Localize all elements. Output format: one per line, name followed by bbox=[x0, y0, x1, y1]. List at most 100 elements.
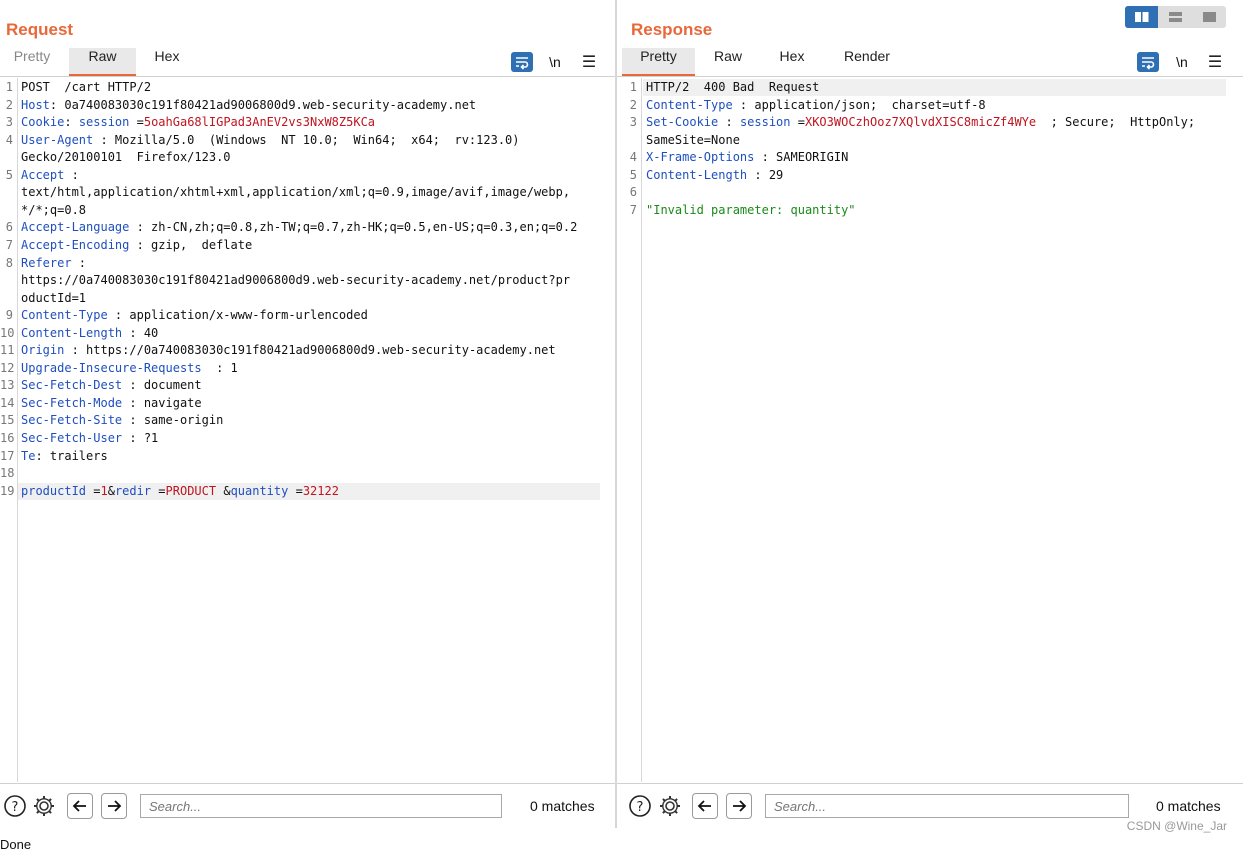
tab-raw[interactable]: Raw bbox=[69, 48, 136, 76]
wrap-lines-icon[interactable] bbox=[511, 52, 533, 72]
previous-match-button[interactable] bbox=[692, 793, 718, 819]
line-number: 4 bbox=[5, 132, 13, 147]
menu-icon[interactable]: ☰ bbox=[1204, 52, 1226, 72]
line-number: 10 bbox=[0, 325, 15, 340]
header-name: session bbox=[78, 115, 130, 130]
line-number: 16 bbox=[0, 431, 15, 445]
status-bar: Done bbox=[0, 828, 1243, 852]
code-text: : application/json; charset=utf-8 bbox=[732, 97, 986, 112]
code-text: HTTP/2 400 Bad Request bbox=[646, 80, 820, 94]
code-text: Gecko/20100101 Firefox/123.0 bbox=[21, 150, 231, 165]
response-editor[interactable]: 1 HTTP/2 400 Bad Request 2 Content-Type : a… bbox=[617, 78, 1243, 782]
match-count: 0 matches bbox=[1156, 798, 1221, 814]
svg-text:?: ? bbox=[12, 800, 19, 815]
header-name: redir bbox=[114, 483, 152, 498]
code-line: Gecko/20100101 Firefox/123.0 bbox=[21, 149, 231, 166]
wrap-lines-icon[interactable] bbox=[1137, 52, 1159, 72]
help-icon[interactable]: ? bbox=[628, 794, 652, 818]
code-line: Content-Length : 29 bbox=[646, 167, 783, 184]
code-text: : document bbox=[122, 378, 202, 393]
code-text: : gzip, deflate bbox=[129, 237, 253, 252]
header-name: Content-Length bbox=[646, 167, 748, 182]
code-text: https://0a740083030c191f80421ad9006800d9… bbox=[21, 273, 571, 288]
header-name: Cookie bbox=[21, 115, 65, 130]
code-text: : ?1 bbox=[122, 431, 159, 445]
code-line: X-Frame-Options : SAMEORIGIN bbox=[646, 149, 848, 166]
code-line: Content-Type : application/json; charset… bbox=[646, 97, 986, 114]
next-match-button[interactable] bbox=[726, 793, 752, 819]
code-text: */*;q=0.8 bbox=[21, 202, 87, 217]
line-number: 7 bbox=[5, 237, 13, 252]
code-line: Sec-Fetch-Mode : navigate bbox=[21, 395, 202, 412]
settings-gear-icon[interactable] bbox=[32, 794, 56, 818]
layout-single-icon[interactable] bbox=[1193, 6, 1226, 28]
code-text: : 29 bbox=[747, 167, 784, 182]
newline-toggle-icon[interactable]: \n bbox=[1171, 52, 1193, 72]
line-number: 11 bbox=[0, 343, 15, 358]
arrow-left-icon bbox=[72, 800, 86, 812]
header-name: Content-Type bbox=[646, 97, 733, 112]
menu-icon[interactable]: ☰ bbox=[578, 52, 600, 72]
search-input[interactable] bbox=[765, 794, 1129, 818]
header-name: Sec-Fetch-User bbox=[21, 431, 123, 445]
header-name: X-Frame-Options bbox=[646, 150, 755, 165]
code-text: : 0a740083030c191f80421ad9006800d9.web-s… bbox=[49, 97, 477, 112]
code-text: = bbox=[288, 483, 303, 498]
code-text: : zh-CN,zh;q=0.8,zh-TW;q=0.7,zh-HK;q=0.5… bbox=[129, 220, 578, 235]
code-line: Set-Cookie : session =XKO3WOCzhOoz7XQlvd… bbox=[646, 114, 1195, 131]
code-text: : application/x-www-form-urlencoded bbox=[107, 308, 368, 323]
code-line: Accept-Encoding : gzip, deflate bbox=[21, 237, 252, 254]
layout-side-by-side-icon[interactable] bbox=[1125, 6, 1158, 28]
tab-raw[interactable]: Raw bbox=[702, 48, 754, 75]
code-line: "Invalid parameter: quantity" bbox=[646, 202, 856, 219]
header-name: User-Agent bbox=[21, 132, 94, 147]
line-number: 5 bbox=[5, 167, 13, 182]
search-input[interactable] bbox=[140, 794, 502, 818]
next-match-button[interactable] bbox=[101, 793, 127, 819]
header-name: Host bbox=[21, 97, 50, 112]
layout-stacked-icon[interactable] bbox=[1159, 6, 1192, 28]
code-text: & bbox=[107, 483, 115, 498]
code-text: : https://0a740083030c191f80421ad9006800… bbox=[64, 343, 556, 358]
code-line: Referer : bbox=[21, 255, 86, 272]
header-name: Sec-Fetch-Site bbox=[21, 413, 123, 428]
tab-hex[interactable]: Hex bbox=[140, 48, 194, 75]
code-text: SameSite=None bbox=[646, 132, 740, 147]
line-number bbox=[617, 132, 637, 149]
code-line: */*;q=0.8 bbox=[21, 202, 86, 219]
code-text: ; Secure; HttpOnly; bbox=[1036, 115, 1196, 130]
tab-pretty[interactable]: Pretty bbox=[622, 48, 695, 76]
code-text: oductId=1 bbox=[21, 290, 87, 305]
header-name: Content-Type bbox=[21, 308, 108, 323]
param-value: 5oahGa68lIGPad3AnEV2vs3NxW8Z5KCa bbox=[143, 115, 376, 130]
header-name: session bbox=[739, 115, 791, 130]
code-line: User-Agent : Mozilla/5.0 (Windows NT 10.… bbox=[21, 132, 520, 149]
request-editor[interactable]: 1 POST /cart HTTP/2 2 Host: 0a740083030c191… bbox=[0, 78, 615, 782]
code-line: Sec-Fetch-Site : same-origin bbox=[21, 412, 223, 429]
tab-pretty[interactable]: Pretty bbox=[3, 48, 61, 75]
code-line: Host: 0a740083030c191f80421ad9006800d9.w… bbox=[21, 97, 476, 114]
header-name: Accept-Encoding bbox=[21, 237, 130, 252]
code-text: : SAMEORIGIN bbox=[754, 150, 849, 165]
settings-gear-icon[interactable] bbox=[658, 794, 682, 818]
code-text: : bbox=[64, 115, 79, 130]
line-number: 9 bbox=[5, 308, 13, 323]
line-number: 14 bbox=[0, 395, 15, 410]
previous-match-button[interactable] bbox=[67, 793, 93, 819]
newline-toggle-icon[interactable]: \n bbox=[544, 52, 566, 72]
response-pane: Response Pretty Raw Hex Render \n ☰ 1 HTT… bbox=[617, 0, 1243, 828]
code-line: oductId=1 bbox=[21, 290, 86, 307]
line-number: 17 bbox=[0, 448, 15, 463]
code-line: https://0a740083030c191f80421ad9006800d9… bbox=[21, 272, 570, 289]
request-title: Request bbox=[6, 20, 74, 39]
code-line: Content-Length : 40 bbox=[21, 325, 158, 342]
code-text: : Mozilla/5.0 (Windows NT 10.0; Win64; x… bbox=[93, 132, 520, 147]
code-line: Accept-Language : zh-CN,zh;q=0.8,zh-TW;q… bbox=[21, 219, 577, 236]
watermark: CSDN @Wine_Jar bbox=[1126, 819, 1227, 833]
header-name: Sec-Fetch-Mode bbox=[21, 395, 123, 410]
tab-render[interactable]: Render bbox=[832, 48, 902, 75]
help-icon[interactable]: ? bbox=[3, 794, 27, 818]
request-pane: Request Pretty Raw Hex \n ☰ 1 POST /cart … bbox=[0, 0, 615, 828]
tab-hex[interactable]: Hex bbox=[767, 48, 817, 75]
line-number bbox=[0, 149, 13, 166]
